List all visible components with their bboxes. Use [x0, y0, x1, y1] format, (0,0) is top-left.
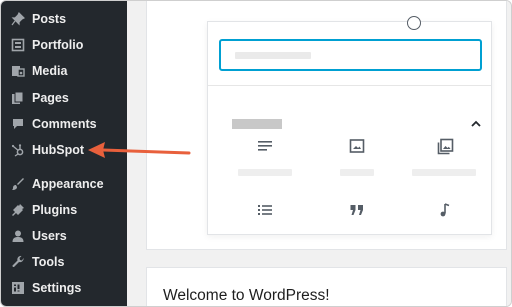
welcome-panel: Welcome to WordPress!: [146, 267, 507, 306]
search-placeholder: [235, 52, 311, 59]
chevron-up-icon[interactable]: [470, 117, 482, 129]
sidebar-item-users[interactable]: Users: [1, 223, 127, 249]
block-label-placeholder: [238, 169, 292, 176]
hubspot-icon: [11, 143, 25, 157]
inserter-toggle-icon[interactable]: [407, 16, 421, 30]
plugin-icon: [11, 203, 25, 217]
block-item[interactable]: [410, 198, 480, 258]
sidebar-item-pages[interactable]: Pages: [1, 85, 127, 111]
sidebar-item-label: Plugins: [32, 203, 78, 217]
block-label-placeholder: [340, 169, 374, 176]
sidebar-item-label: Posts: [32, 12, 67, 26]
block-inserter-popover: [207, 16, 492, 235]
divider: [208, 85, 491, 86]
quote-icon: [322, 198, 392, 222]
image-icon: [322, 134, 392, 158]
sidebar-item-posts[interactable]: Posts: [1, 6, 127, 32]
annotation-arrow: [88, 142, 191, 158]
block-item[interactable]: [410, 134, 480, 194]
sidebar-item-label: HubSpot: [32, 143, 85, 157]
sidebar-item-settings[interactable]: Settings: [1, 275, 127, 301]
sidebar-item-label: Tools: [32, 255, 65, 269]
comments-icon: [11, 117, 25, 131]
paintbrush-icon: [11, 177, 25, 191]
sidebar-item-label: Media: [32, 64, 68, 78]
pin-icon: [11, 12, 25, 26]
sidebar-item-label: Portfolio: [32, 38, 84, 52]
sidebar-item-plugins[interactable]: Plugins: [1, 197, 127, 223]
block-item[interactable]: [230, 198, 300, 258]
welcome-heading: Welcome to WordPress!: [163, 287, 330, 304]
sidebar-item-label: Appearance: [32, 177, 104, 191]
block-item[interactable]: [230, 134, 300, 194]
sidebar-item-portfolio[interactable]: Portfolio: [1, 32, 127, 58]
sidebar-item-tools[interactable]: Tools: [1, 249, 127, 275]
sidebar-item-appearance[interactable]: Appearance: [1, 171, 127, 197]
list-icon: [230, 198, 300, 222]
block-label-placeholder: [412, 169, 476, 176]
sidebar-item-comments[interactable]: Comments: [1, 111, 127, 137]
block-item[interactable]: [322, 134, 392, 194]
block-item[interactable]: [322, 198, 392, 258]
paragraph-icon: [230, 134, 300, 158]
pages-icon: [11, 91, 25, 105]
wrench-icon: [11, 255, 25, 269]
sidebar-item-label: Comments: [32, 117, 97, 131]
media-icon: [11, 64, 25, 78]
settings-icon: [11, 281, 25, 295]
portfolio-icon: [11, 38, 25, 52]
editor-canvas: [146, 1, 507, 250]
screenshot-frame: Posts Portfolio Media Pages Comments Hub…: [0, 0, 512, 307]
gallery-icon: [410, 134, 480, 158]
users-icon: [11, 229, 25, 243]
sidebar-item-media[interactable]: Media: [1, 58, 127, 84]
category-heading: [232, 119, 282, 129]
sidebar-item-label: Users: [32, 229, 67, 243]
sidebar-item-label: Settings: [32, 281, 82, 295]
block-search-input[interactable]: [219, 39, 482, 71]
sidebar-item-label: Pages: [32, 91, 69, 105]
audio-icon: [410, 198, 480, 222]
